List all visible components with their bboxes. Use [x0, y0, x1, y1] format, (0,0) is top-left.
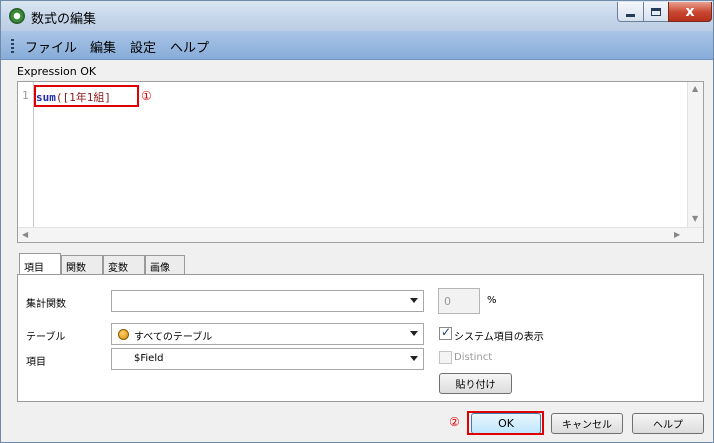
tab-fields[interactable]: 項目	[19, 253, 61, 274]
field-value: $Field	[134, 353, 164, 364]
table-icon	[118, 329, 129, 340]
expression-status: Expression OK	[17, 65, 97, 78]
table-select[interactable]: すべてのテーブル	[111, 323, 424, 345]
editor-vertical-scrollbar[interactable]: ▲ ▼	[687, 82, 703, 228]
minimize-icon	[626, 13, 635, 17]
editor-horizontal-scrollbar[interactable]: ◀ ▶	[18, 227, 703, 242]
menu-help[interactable]: ヘルプ	[170, 37, 209, 56]
tab-variables[interactable]: 変数	[103, 255, 145, 275]
annotation-marker-1: ①	[141, 89, 152, 103]
precision-unit: %	[487, 295, 497, 306]
edit-expression-dialog: 数式の編集 x ファイル 編集 設定 ヘルプ Expression OK 1 s…	[0, 0, 714, 443]
annotation-box-2	[467, 411, 544, 435]
line-number-gutter: 1	[18, 82, 34, 228]
cancel-button[interactable]: キャンセル	[551, 413, 623, 434]
tab-functions[interactable]: 関数	[61, 255, 103, 275]
title-bar[interactable]: 数式の編集 x	[1, 1, 713, 31]
scroll-right-icon[interactable]: ▶	[674, 230, 680, 239]
show-system-fields-label: システム項目の表示	[454, 332, 544, 343]
aggregate-select[interactable]	[111, 290, 424, 312]
minimize-button[interactable]	[617, 2, 644, 22]
maximize-button[interactable]	[643, 2, 669, 22]
scroll-left-icon[interactable]: ◀	[22, 230, 28, 239]
distinct-checkbox[interactable]	[439, 351, 452, 364]
annotation-marker-2: ②	[449, 415, 460, 429]
menu-settings[interactable]: 設定	[130, 37, 156, 56]
expression-editor[interactable]: 1 sum([1年1組] ① ▲ ▼ ◀ ▶	[17, 81, 704, 243]
menu-grip-icon[interactable]	[11, 39, 14, 53]
show-system-fields-checkbox[interactable]	[439, 325, 452, 340]
chevron-down-icon	[410, 331, 418, 336]
maximize-icon	[651, 7, 661, 16]
menu-edit[interactable]: 編集	[90, 37, 116, 56]
table-value: すべてのテーブル	[134, 332, 213, 343]
close-button[interactable]: x	[668, 2, 712, 22]
field-select[interactable]: $Field	[111, 348, 424, 370]
scroll-up-icon[interactable]: ▲	[692, 84, 698, 93]
aggregate-label: 集計関数	[26, 299, 66, 310]
table-label: テーブル	[26, 332, 66, 343]
distinct-label: Distinct	[454, 352, 493, 363]
help-button[interactable]: ヘルプ	[632, 413, 704, 434]
window-title: 数式の編集	[31, 12, 97, 27]
annotation-box-1	[34, 85, 139, 107]
tab-images[interactable]: 画像	[145, 255, 185, 275]
precision-input[interactable]: 0	[438, 288, 480, 314]
fields-panel: 集計関数 0 % テーブル すべてのテーブル システム項目の表示 項目 $Fie…	[17, 274, 704, 402]
close-icon: x	[685, 3, 695, 20]
paste-button[interactable]: 貼り付け	[439, 373, 512, 394]
chevron-down-icon	[410, 298, 418, 303]
menu-file[interactable]: ファイル	[25, 37, 77, 56]
line-number: 1	[22, 89, 29, 102]
qlikview-app-icon	[9, 8, 25, 24]
scroll-down-icon[interactable]: ▼	[692, 214, 698, 223]
precision-value: 0	[444, 295, 451, 308]
chevron-down-icon	[410, 356, 418, 361]
menu-bar: ファイル 編集 設定 ヘルプ	[1, 31, 713, 60]
field-label: 項目	[26, 357, 46, 368]
